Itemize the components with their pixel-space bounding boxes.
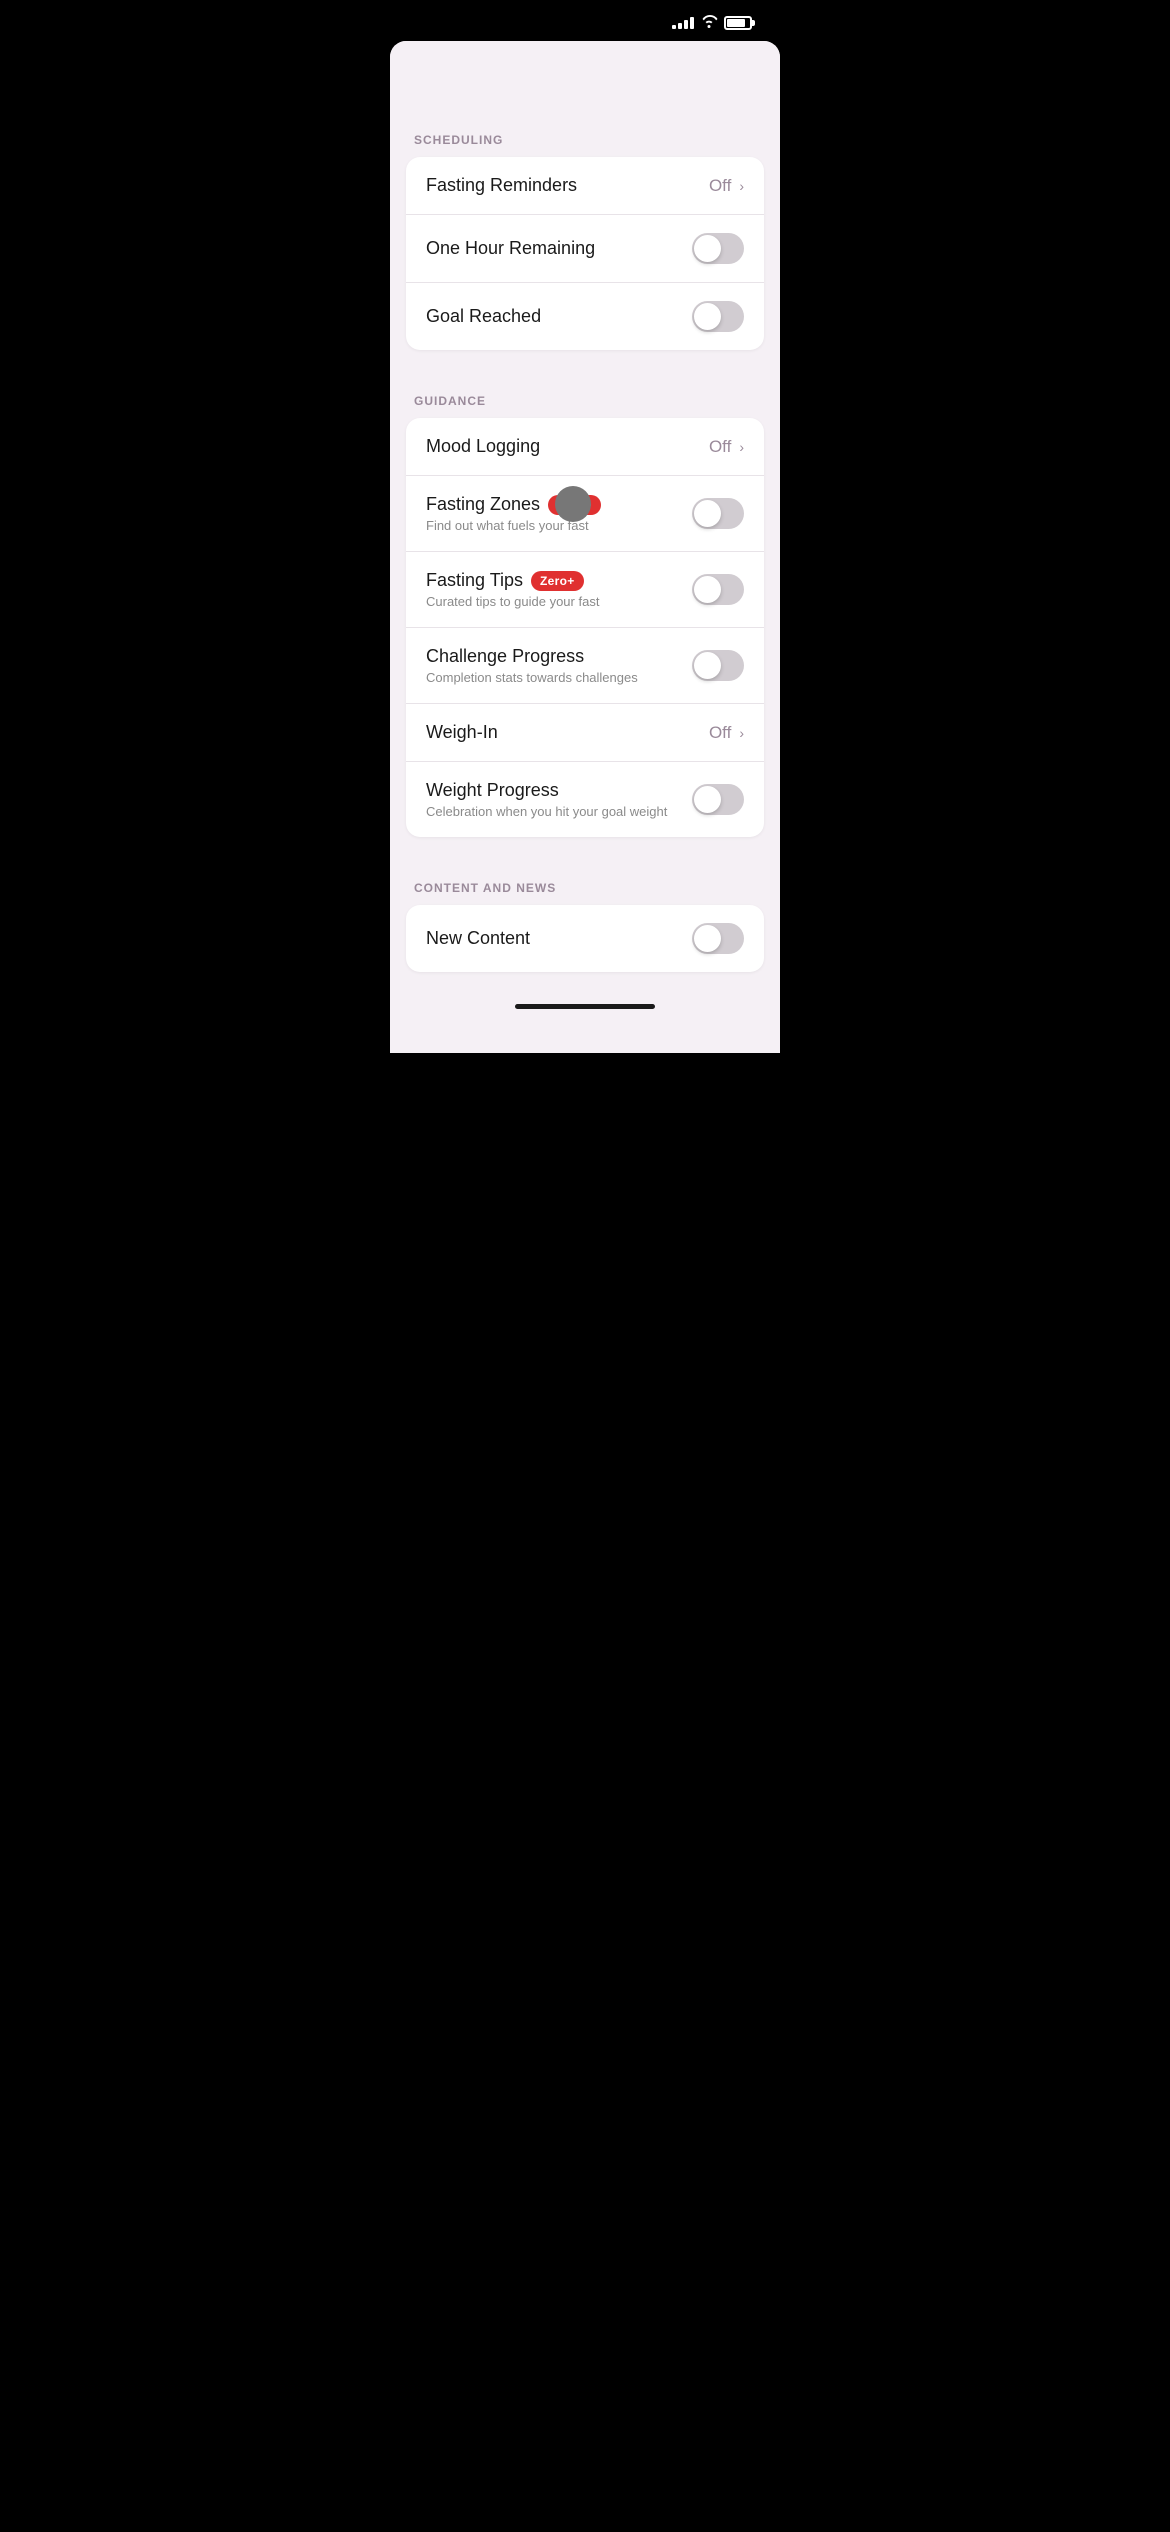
row-value-fasting-reminders: Off (709, 176, 731, 196)
row-left-weight-progress: Weight Progress Celebration when you hit … (426, 780, 692, 819)
section-label-content-and-news: CONTENT AND NEWS (390, 861, 780, 905)
row-left-fasting-reminders: Fasting Reminders (426, 175, 709, 196)
tooltip-bubble-fasting-zones (555, 486, 591, 522)
section-label-guidance: GUIDANCE (390, 374, 780, 418)
toggle-fasting-tips[interactable] (692, 574, 744, 605)
toggle-one-hour-remaining[interactable] (692, 233, 744, 264)
settings-card-content-and-news: New Content (406, 905, 764, 972)
toggle-thumb-fasting-zones (694, 500, 721, 527)
row-title-goal-reached: Goal Reached (426, 306, 541, 327)
close-button[interactable] (720, 61, 756, 97)
toggle-thumb-goal-reached (694, 303, 721, 330)
toggle-thumb-new-content (694, 925, 721, 952)
row-subtitle-fasting-tips: Curated tips to guide your fast (426, 594, 692, 609)
settings-row-one-hour-remaining: One Hour Remaining (406, 215, 764, 283)
row-right-fasting-tips (692, 574, 744, 605)
main-content: SCHEDULING Fasting Reminders Off › One Hour … (390, 41, 780, 1053)
row-title-fasting-reminders: Fasting Reminders (426, 175, 577, 196)
row-title-one-hour-remaining: One Hour Remaining (426, 238, 595, 259)
settings-row-fasting-zones: Fasting ZonesZero+Find out what fuels yo… (406, 476, 764, 552)
row-title-weigh-in: Weigh-In (426, 722, 498, 743)
row-value-mood-logging: Off (709, 437, 731, 457)
row-title-mood-logging: Mood Logging (426, 436, 540, 457)
row-subtitle-fasting-zones: Find out what fuels your fast (426, 518, 692, 533)
zero-plus-badge-fasting-tips: Zero+ (531, 571, 584, 591)
toggle-challenge-progress[interactable] (692, 650, 744, 681)
row-left-challenge-progress: Challenge Progress Completion stats towar… (426, 646, 692, 685)
row-title-new-content: New Content (426, 928, 530, 949)
signal-bars-icon (672, 17, 694, 29)
row-subtitle-weight-progress: Celebration when you hit your goal weigh… (426, 804, 692, 819)
row-right-challenge-progress (692, 650, 744, 681)
row-value-weigh-in: Off (709, 723, 731, 743)
toggle-goal-reached[interactable] (692, 301, 744, 332)
settings-row-weight-progress: Weight Progress Celebration when you hit … (406, 762, 764, 837)
row-left-goal-reached: Goal Reached (426, 306, 692, 327)
settings-row-fasting-reminders[interactable]: Fasting Reminders Off › (406, 157, 764, 215)
status-bar (390, 0, 780, 41)
row-title-fasting-tips: Fasting Tips (426, 570, 523, 591)
row-subtitle-challenge-progress: Completion stats towards challenges (426, 670, 692, 685)
settings-row-mood-logging[interactable]: Mood Logging Off › (406, 418, 764, 476)
toggle-new-content[interactable] (692, 923, 744, 954)
row-right-weigh-in: Off › (709, 723, 744, 743)
home-bar (515, 1004, 655, 1009)
back-button[interactable] (414, 61, 450, 97)
wifi-icon (700, 14, 718, 31)
settings-row-fasting-tips: Fasting Tips Zero+ Curated tips to guide y… (406, 552, 764, 628)
home-indicator (390, 996, 780, 1013)
status-icons (672, 14, 752, 31)
row-right-weight-progress (692, 784, 744, 815)
row-right-fasting-reminders: Off › (709, 176, 744, 196)
row-title-weight-progress: Weight Progress (426, 780, 559, 801)
row-right-goal-reached (692, 301, 744, 332)
toggle-thumb-weight-progress (694, 786, 721, 813)
chevron-icon-fasting-reminders: › (739, 178, 744, 194)
row-title-fasting-zones: Fasting Zones (426, 494, 540, 515)
row-right-one-hour-remaining (692, 233, 744, 264)
settings-row-weigh-in[interactable]: Weigh-In Off › (406, 704, 764, 762)
row-right-fasting-zones (692, 498, 744, 529)
section-label-scheduling: SCHEDULING (390, 113, 780, 157)
toggle-thumb-fasting-tips (694, 576, 721, 603)
battery-icon (724, 16, 752, 30)
row-left-new-content: New Content (426, 928, 692, 949)
settings-row-goal-reached: Goal Reached (406, 283, 764, 350)
toggle-thumb-one-hour-remaining (694, 235, 721, 262)
settings-row-new-content: New Content (406, 905, 764, 972)
row-left-fasting-tips: Fasting Tips Zero+ Curated tips to guide y… (426, 570, 692, 609)
chevron-icon-mood-logging: › (739, 439, 744, 455)
nav-header (390, 41, 780, 113)
row-left-weigh-in: Weigh-In (426, 722, 709, 743)
settings-card-scheduling: Fasting Reminders Off › One Hour Remaining G… (406, 157, 764, 350)
row-right-new-content (692, 923, 744, 954)
toggle-weight-progress[interactable] (692, 784, 744, 815)
toggle-thumb-challenge-progress (694, 652, 721, 679)
row-left-one-hour-remaining: One Hour Remaining (426, 238, 692, 259)
settings-card-guidance: Mood LoggingOff›Fasting ZonesZero+Find o… (406, 418, 764, 837)
settings-row-challenge-progress: Challenge Progress Completion stats towar… (406, 628, 764, 704)
row-right-mood-logging: Off › (709, 437, 744, 457)
row-title-challenge-progress: Challenge Progress (426, 646, 584, 667)
toggle-fasting-zones[interactable] (692, 498, 744, 529)
row-left-mood-logging: Mood Logging (426, 436, 709, 457)
chevron-icon-weigh-in: › (739, 725, 744, 741)
